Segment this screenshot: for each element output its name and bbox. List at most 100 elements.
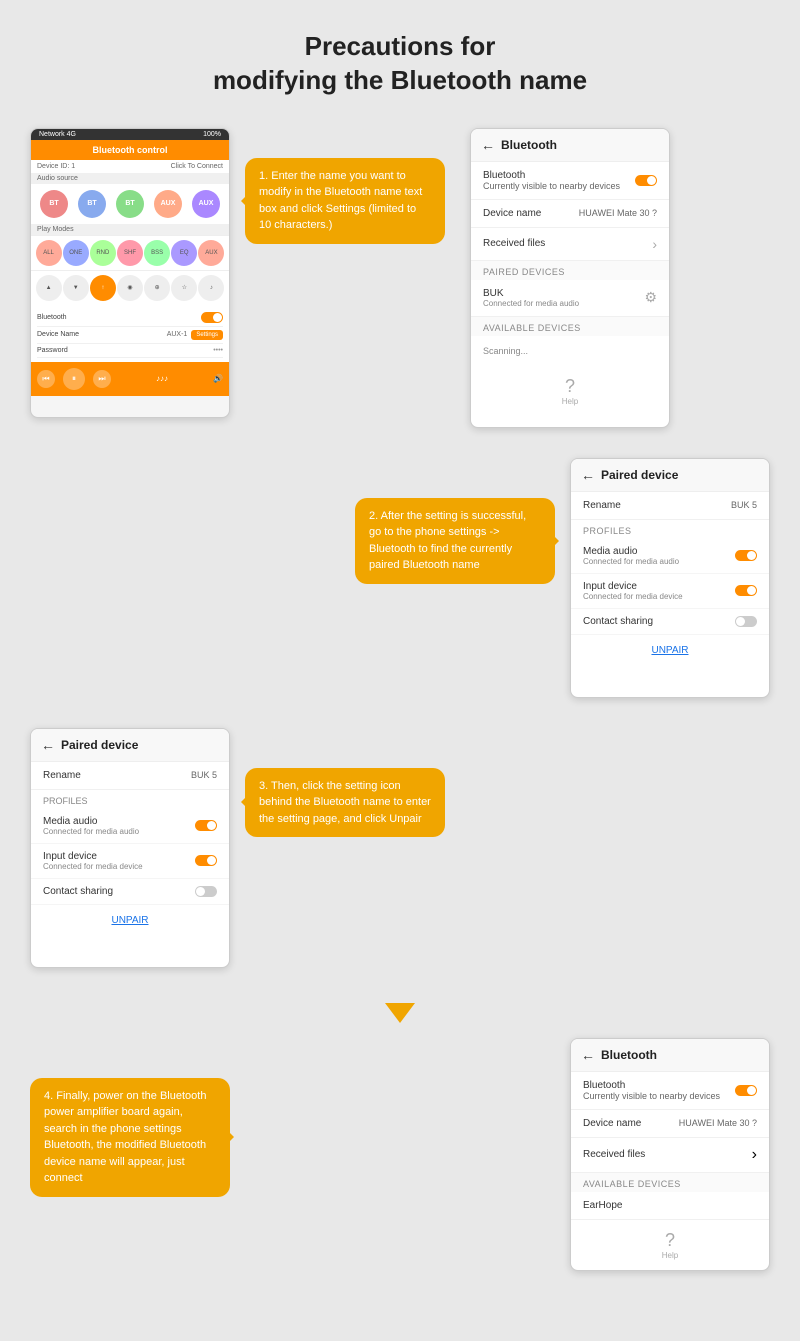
paired-screen-header: ← Paired device (571, 459, 769, 492)
next-btn[interactable]: ⏭ (93, 370, 111, 388)
mode2-2[interactable]: ▼ (63, 275, 89, 301)
app-screen-wrap: Network 4G 100% Bluetooth control Device… (30, 128, 230, 418)
paired-rename-row: Rename BUK 5 (571, 492, 769, 520)
mode-eq[interactable]: EQ (171, 240, 197, 266)
pause-btn[interactable]: ⏸ (63, 368, 85, 390)
profile-media-audio-row: Media audio Connected for media audio (571, 539, 769, 574)
callout2-wrap: 2. After the setting is successful, go t… (355, 458, 555, 584)
mode2-4[interactable]: ◉ (117, 275, 143, 301)
bt2-title: Bluetooth (601, 1048, 657, 1062)
paired2-contact-row: Contact sharing (31, 879, 229, 905)
bt2-back-icon[interactable]: ← (581, 1047, 595, 1063)
paired2-profile2-status: Connected for media device (43, 862, 143, 871)
bt2-header: ← Bluetooth (571, 1039, 769, 1072)
mode-bass[interactable]: BSS (144, 240, 170, 266)
bt2-master-toggle[interactable] (735, 1085, 757, 1096)
device-name-short: Click To Connect (171, 163, 223, 170)
callout-step1: 1. Enter the name you want to modify in … (245, 158, 445, 244)
bt-received-row: Received files › (471, 228, 669, 261)
settings-row-bluetooth: Bluetooth (37, 309, 223, 327)
paired2-unpair-btn[interactable]: UNPAIR (111, 915, 148, 926)
paired-screen-wrap: ← Paired device Rename BUK 5 PROFILES Me… (570, 458, 770, 698)
prev-btn[interactable]: ⏮ (37, 370, 55, 388)
mode-aux[interactable]: AUX (198, 240, 224, 266)
paired-rename-value: BUK 5 (731, 500, 757, 510)
profile1-toggle[interactable] (735, 550, 757, 561)
audio-icon-bt3[interactable]: BT (116, 190, 144, 218)
paired2-profile1-name: Media audio (43, 816, 139, 827)
audio-icon-aux1[interactable]: AUX (154, 190, 182, 218)
bt-back-arrow-icon[interactable]: ← (481, 137, 495, 153)
mode-random[interactable]: RND (90, 240, 116, 266)
mode2-7[interactable]: ♪ (198, 275, 224, 301)
paired2-profile2-info: Input device Connected for media device (43, 851, 143, 871)
bt-received-chevron: › (652, 236, 657, 252)
profiles-section-header: PROFILES (571, 520, 769, 539)
section3: ← Paired device Rename BUK 5 PROFILES Me… (30, 728, 770, 968)
mode2-6[interactable]: ☆ (171, 275, 197, 301)
audio-icon-aux2[interactable]: AUX (192, 190, 220, 218)
callout-step2: 2. After the setting is successful, go t… (355, 498, 555, 584)
bt-device-name-label: Device name (483, 208, 541, 219)
bt-master-toggle[interactable] (635, 175, 657, 186)
bt-available-section-text: AVAILABLE DEVICES (483, 323, 581, 333)
paired-phone-screen2: ← Paired device Rename BUK 5 PROFILES Me… (30, 728, 230, 968)
bt-paired-gear-icon[interactable]: ⚙ (644, 289, 657, 306)
mode2-3[interactable]: ↑ (90, 275, 116, 301)
bt2-help-icon[interactable]: ? (665, 1230, 675, 1251)
profile2-toggle[interactable] (735, 585, 757, 596)
profile2-status: Connected for media device (583, 592, 683, 601)
bt-available-header: AVAILABLE DEVICES (471, 317, 669, 336)
profiles-header-text: PROFILES (583, 526, 632, 536)
profile3-toggle[interactable] (735, 616, 757, 627)
paired2-profile2-toggle[interactable] (195, 855, 217, 866)
play-modes-row2: ▲ ▼ ↑ ◉ ⊕ ☆ ♪ (31, 270, 229, 305)
audio-source-label: Audio source (31, 173, 229, 184)
paired2-back-icon[interactable]: ← (41, 737, 55, 753)
mode-one[interactable]: ONE (63, 240, 89, 266)
callout-step4: 4. Finally, power on the Bluetooth power… (30, 1078, 230, 1197)
unpair-button[interactable]: UNPAIR (651, 645, 688, 656)
profile-contact-sharing-row: Contact sharing (571, 609, 769, 635)
paired-screen2-wrap: ← Paired device Rename BUK 5 PROFILES Me… (30, 728, 230, 968)
bt-toggle-label: Bluetooth (37, 314, 67, 321)
paired-back-icon[interactable]: ← (581, 467, 595, 483)
paired2-profile3-toggle[interactable] (195, 886, 217, 897)
audio-icon-bt2[interactable]: BT (78, 190, 106, 218)
title-section: Precautions for modifying the Bluetooth … (193, 20, 607, 108)
mode-all[interactable]: ALL (36, 240, 62, 266)
page-container: Precautions for modifying the Bluetooth … (0, 0, 800, 1341)
settings-btn[interactable]: Settings (191, 330, 223, 340)
bluetooth-toggle[interactable] (201, 312, 223, 323)
paired2-profile1-info: Media audio Connected for media audio (43, 816, 139, 836)
mode2-5[interactable]: ⊕ (144, 275, 170, 301)
bt2-device-name-value: HUAWEI Mate 30 ? (679, 1118, 757, 1128)
callout2-text: 2. After the setting is successful, go t… (369, 510, 526, 572)
bt-paired-name: BUK (483, 288, 579, 299)
bt-help-icon[interactable]: ? (565, 376, 575, 397)
callout3-text: 3. Then, click the setting icon behind t… (259, 780, 431, 825)
app-phone-screen: Network 4G 100% Bluetooth control Device… (30, 128, 230, 418)
paired-screen-title: Paired device (601, 468, 678, 482)
bt-footer: ? Help (471, 366, 669, 416)
paired2-rename-label: Rename (43, 770, 81, 781)
paired2-profiles-text: PROFILES (43, 796, 88, 806)
paired2-profile1-toggle[interactable] (195, 820, 217, 831)
profile2-info: Input device Connected for media device (583, 581, 683, 601)
paired2-profile2-name: Input device (43, 851, 143, 862)
bt-phone-screen: ← Bluetooth Bluetooth Currently visible … (470, 128, 670, 428)
bt2-available-header: AVAILABLE DEVICES (571, 1173, 769, 1192)
profile1-info: Media audio Connected for media audio (583, 546, 679, 566)
track-info: ♪♪♪ (156, 374, 168, 383)
callout1-text: 1. Enter the name you want to modify in … (259, 170, 422, 232)
section1: Network 4G 100% Bluetooth control Device… (30, 128, 770, 428)
down-arrow3 (385, 1003, 415, 1023)
paired2-media-row: Media audio Connected for media audio (31, 809, 229, 844)
audio-icons-row: BT BT BT AUX AUX (31, 184, 229, 224)
play-modes-text: Play Modes (37, 226, 74, 233)
mode-shuffle[interactable]: SHF (117, 240, 143, 266)
audio-icon-bt1[interactable]: BT (40, 190, 68, 218)
mode2-1[interactable]: ▲ (36, 275, 62, 301)
paired-rename-label: Rename (583, 500, 621, 511)
bt3-label: BT (125, 200, 134, 207)
